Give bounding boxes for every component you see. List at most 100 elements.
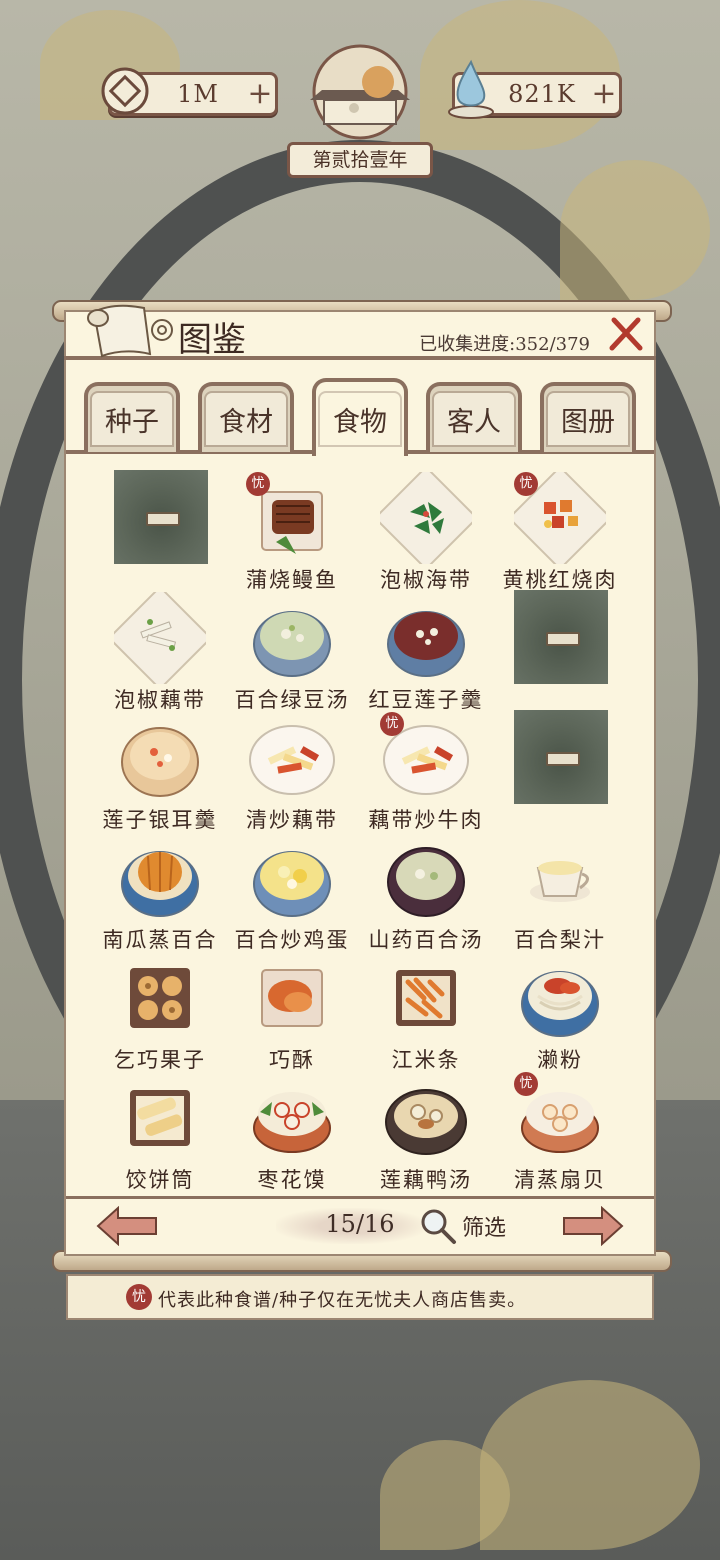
lotusbowl-dish-icon <box>121 727 199 797</box>
notice-text: 代表此种食谱/种子仅在无忧夫人商店售卖。 <box>158 1290 527 1311</box>
food-item[interactable]: 南瓜蒸百合 <box>100 832 220 952</box>
lock-icon <box>146 512 180 526</box>
tab-label: 客人 <box>432 391 516 447</box>
stirfry-dish-icon <box>249 725 335 795</box>
food-name: 蒲烧鳗鱼 <box>246 568 338 592</box>
cookies-dish-icon <box>130 968 190 1028</box>
food-item[interactable]: 巧酥 <box>232 952 352 1072</box>
food-item[interactable]: 乞巧果子 <box>100 952 220 1072</box>
food-item[interactable]: 饺饼筒 <box>100 1072 220 1192</box>
greensoup-dish-icon <box>253 611 331 677</box>
noodles-dish-icon <box>521 971 599 1037</box>
tab-label: 食物 <box>318 391 402 447</box>
food-item[interactable]: 忧清蒸扇贝 <box>500 1072 620 1192</box>
food-name: 百合梨汁 <box>514 928 606 952</box>
egg-dish-icon <box>253 851 331 917</box>
ginkgo-leaf <box>560 160 710 300</box>
redsoup-dish-icon <box>387 611 465 677</box>
food-name: 饺饼筒 <box>125 1168 195 1192</box>
food-name: 清蒸扇贝 <box>514 1168 606 1192</box>
food-item[interactable]: 忧蒲烧鳗鱼 <box>232 472 352 592</box>
add-water-button[interactable]: + <box>589 79 619 109</box>
food-name: 泡椒海带 <box>380 568 472 592</box>
ginkgo-leaf <box>380 1440 510 1550</box>
food-name: 泡椒藕带 <box>114 688 206 712</box>
food-name: 百合绿豆汤 <box>234 688 350 712</box>
whiteplate-dish-icon <box>114 592 206 684</box>
food-item[interactable]: 忧黄桃红烧肉 <box>500 472 620 592</box>
pavilion-emblem <box>310 44 410 140</box>
tab-label: 图册 <box>546 391 630 447</box>
exclusive-badge-icon: 忧 <box>514 1072 538 1096</box>
tab-3[interactable]: 客人 <box>426 382 522 452</box>
rolls-dish-icon <box>130 1090 190 1146</box>
food-name: 红豆莲子羹 <box>368 688 484 712</box>
food-item[interactable]: 江米条 <box>366 952 486 1072</box>
food-name: 莲藕鸭汤 <box>380 1168 472 1192</box>
food-name: 乞巧果子 <box>114 1048 206 1072</box>
food-name: 巧酥 <box>269 1048 315 1072</box>
food-name: 莲子银耳羹 <box>102 808 218 832</box>
exclusive-badge-icon: 忧 <box>514 472 538 496</box>
food-name: 江米条 <box>391 1048 461 1072</box>
locked-slot[interactable] <box>514 710 608 804</box>
exclusive-badge-icon: 忧 <box>126 1284 152 1310</box>
prev-page-arrow-icon[interactable] <box>96 1206 158 1246</box>
tab-4[interactable]: 图册 <box>540 382 636 452</box>
tab-2[interactable]: 食物 <box>312 378 408 456</box>
magnifier-icon[interactable] <box>418 1206 458 1246</box>
food-item[interactable]: 清炒藕带 <box>232 712 352 832</box>
food-name: 濑粉 <box>537 1048 583 1072</box>
food-item[interactable]: 枣花馍 <box>232 1072 352 1192</box>
food-item[interactable]: 百合绿豆汤 <box>232 592 352 712</box>
coin-value: 1M <box>177 80 219 108</box>
collection-progress: 已收集进度:352/379 <box>419 334 590 355</box>
tab-1[interactable]: 食材 <box>198 382 294 452</box>
exclusive-badge-icon: 忧 <box>246 472 270 496</box>
close-icon[interactable] <box>606 314 646 354</box>
locked-slot[interactable] <box>514 590 608 684</box>
codex-title: 图鉴 <box>178 320 246 360</box>
food-name: 枣花馍 <box>257 1168 327 1192</box>
food-item[interactable]: 濑粉 <box>500 952 620 1072</box>
food-item[interactable]: 百合炒鸡蛋 <box>232 832 352 952</box>
scroll-icon <box>87 304 173 358</box>
pastry-dish-icon <box>261 969 323 1027</box>
lock-icon <box>546 752 580 766</box>
food-item[interactable]: 莲子银耳羹 <box>100 712 220 832</box>
sticks-dish-icon <box>396 970 456 1026</box>
lock-icon <box>546 632 580 646</box>
darksoup-dish-icon <box>387 847 465 917</box>
cup-dish-icon <box>530 861 590 902</box>
food-item[interactable]: 泡椒藕带 <box>100 592 220 712</box>
locked-slot[interactable] <box>114 470 208 564</box>
food-item[interactable]: 泡椒海带 <box>366 472 486 592</box>
food-item[interactable]: 红豆莲子羹 <box>366 592 486 712</box>
food-item[interactable]: 莲藕鸭汤 <box>366 1072 486 1192</box>
food-name: 南瓜蒸百合 <box>102 928 218 952</box>
water-value: 821K <box>508 80 576 108</box>
tab-label: 种子 <box>90 391 174 447</box>
add-coins-button[interactable]: + <box>245 79 275 109</box>
ginkgo-leaf <box>480 1380 700 1550</box>
pumpkin-dish-icon <box>121 851 199 917</box>
food-item[interactable]: 忧藕带炒牛肉 <box>366 712 486 832</box>
food-name: 清炒藕带 <box>246 808 338 832</box>
food-name: 藕带炒牛肉 <box>368 808 484 832</box>
footer-divider <box>66 1196 654 1199</box>
steamer-dish-icon <box>253 1092 331 1153</box>
copper-coin-icon <box>101 67 149 115</box>
filter-button[interactable]: 筛选 <box>462 1210 506 1242</box>
page-indicator: 15/16 <box>325 1210 395 1238</box>
exclusive-badge-icon: 忧 <box>380 712 404 736</box>
year-label: 第贰拾壹年 <box>287 142 433 178</box>
tab-0[interactable]: 种子 <box>84 382 180 452</box>
tab-label: 食材 <box>204 391 288 447</box>
duckpot-dish-icon <box>385 1089 467 1155</box>
food-item[interactable]: 百合梨汁 <box>500 832 620 952</box>
water-drop-icon <box>448 59 494 119</box>
greens-dish-icon <box>380 472 472 564</box>
food-item[interactable]: 山药百合汤 <box>366 832 486 952</box>
next-page-arrow-icon[interactable] <box>562 1206 624 1246</box>
food-name: 百合炒鸡蛋 <box>234 928 350 952</box>
